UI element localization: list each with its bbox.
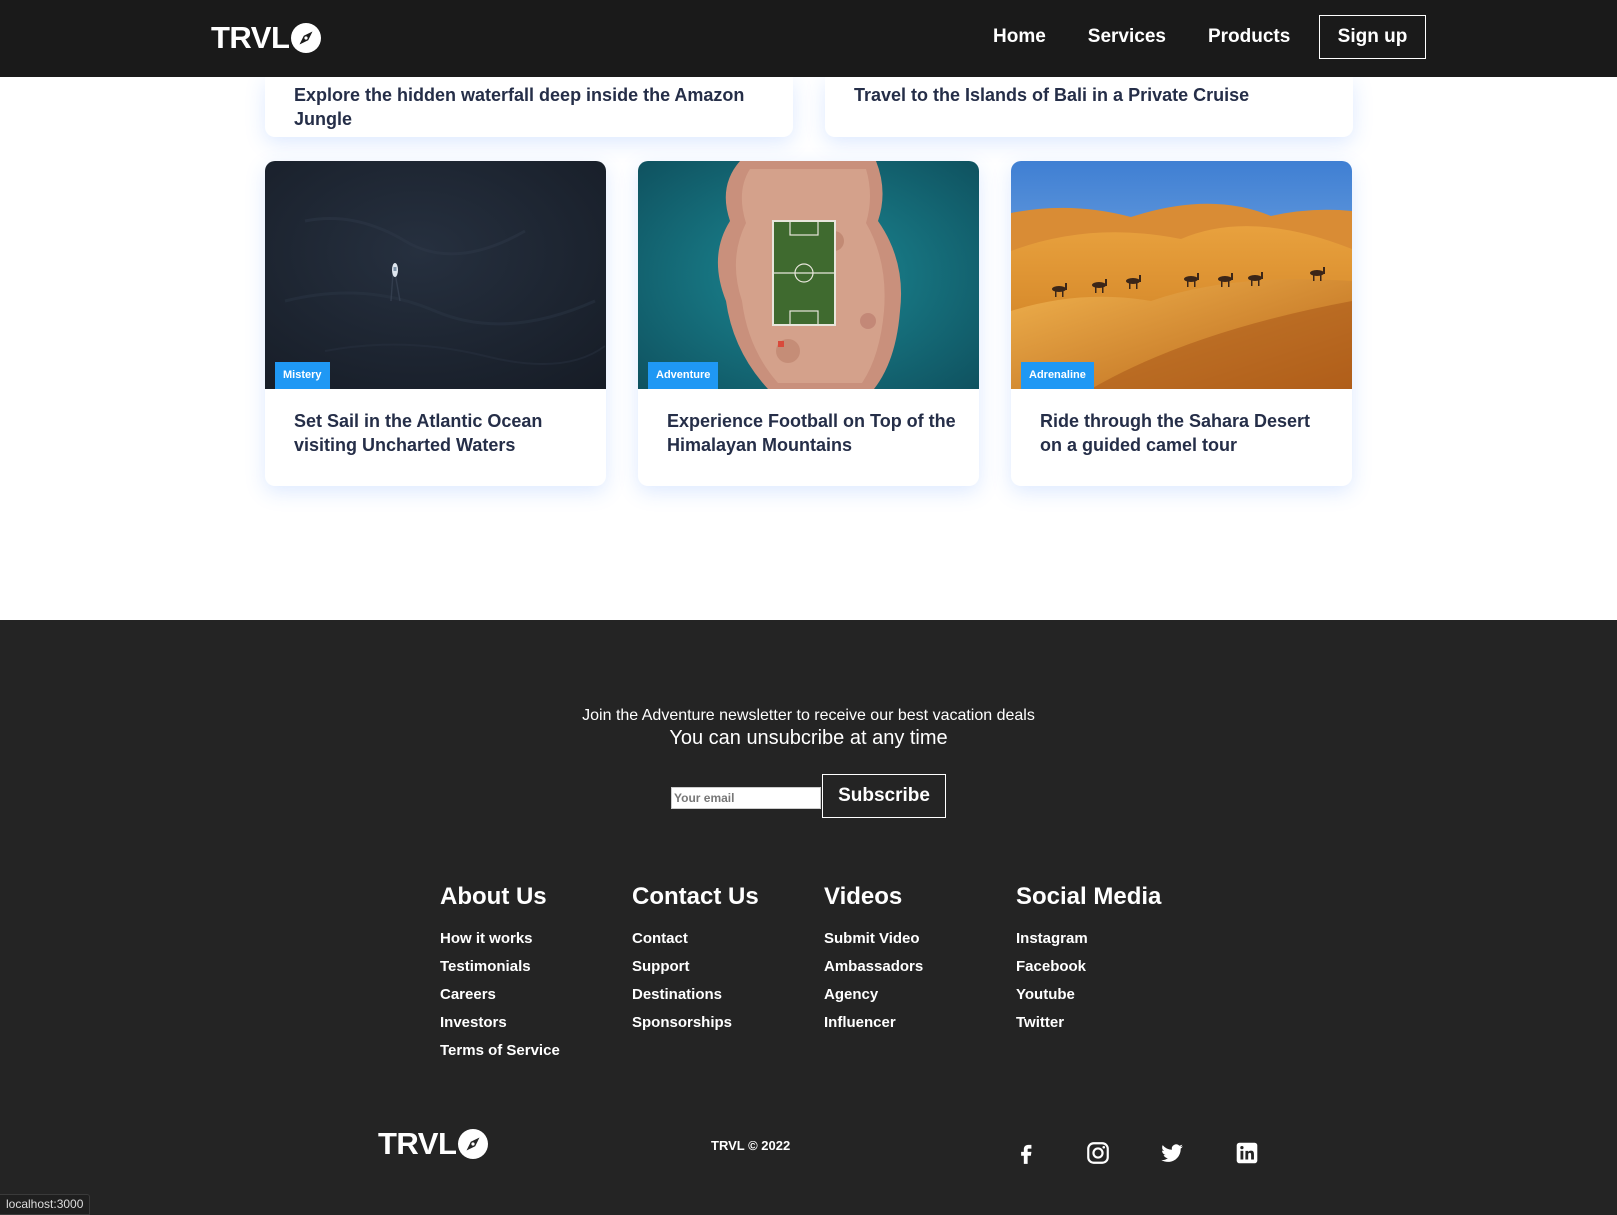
footer-link-terms[interactable]: Terms of Service [440,1041,620,1069]
footer-link-support[interactable]: Support [632,957,812,985]
footer-link-submit-video[interactable]: Submit Video [824,929,1004,957]
card-title: Travel to the Islands of Bali in a Priva… [854,85,1250,105]
footer-column-social: Social Media Instagram Facebook Youtube … [1016,883,1196,1041]
linkedin-icon[interactable] [1234,1140,1260,1166]
footer-link-how-it-works[interactable]: How it works [440,929,620,957]
footer-link-careers[interactable]: Careers [440,985,620,1013]
email-input[interactable] [671,787,821,809]
ocean-boat-image: Mistery [265,161,606,389]
column-title: Social Media [1016,883,1162,910]
footer-link-destinations[interactable]: Destinations [632,985,812,1013]
footer: Join the Adventure newsletter to receive… [0,620,1617,1215]
column-title: About Us [440,883,547,910]
status-url-tooltip: localhost:3000 [0,1194,91,1215]
nav-link-home[interactable]: Home [972,22,1067,52]
signup-button[interactable]: Sign up [1319,15,1426,59]
footer-column-contact: Contact Us Contact Support Destinations … [632,883,812,1041]
card-himalaya-football[interactable]: Adventure Experience Football on Top of … [638,161,979,486]
card-amazon-waterfall[interactable]: Explore the hidden waterfall deep inside… [265,77,793,137]
desert-camels-image: Adrenaline [1011,161,1352,389]
twitter-icon[interactable] [1159,1140,1185,1166]
nav-link-products[interactable]: Products [1187,22,1311,52]
footer-link-instagram[interactable]: Instagram [1016,929,1196,957]
footer-link-influencer[interactable]: Influencer [824,1013,1004,1041]
compass-icon [458,1129,489,1159]
brand-name: TRVL [378,1126,457,1161]
newsletter-heading: Join the Adventure newsletter to receive… [582,707,1035,724]
footer-brand-logo[interactable]: TRVL [378,1124,489,1164]
footer-link-contact[interactable]: Contact [632,929,812,957]
island-football-field-image: Adventure [638,161,979,389]
navbar: TRVL Home Services Products Sign up [0,0,1617,77]
category-badge: Adventure [648,362,719,389]
nav-links: Home Services Products [972,22,1311,52]
footer-link-youtube[interactable]: Youtube [1016,985,1196,1013]
footer-link-facebook[interactable]: Facebook [1016,957,1196,985]
card-sahara-camel[interactable]: Adrenaline Ride through the Sahara Deser… [1011,161,1352,486]
instagram-icon[interactable] [1085,1140,1111,1166]
category-badge: Mistery [275,362,330,389]
nav-link-services[interactable]: Services [1067,22,1187,52]
column-title: Contact Us [632,883,759,910]
footer-link-investors[interactable]: Investors [440,1013,620,1041]
card-title: Explore the hidden waterfall deep inside… [294,85,745,129]
footer-link-agency[interactable]: Agency [824,985,1004,1013]
category-badge: Adrenaline [1021,362,1094,389]
copyright-text: TRVL © 2022 [711,1138,791,1153]
card-title: Ride through the Sahara Desert on a guid… [1040,411,1311,455]
footer-column-videos: Videos Submit Video Ambassadors Agency I… [824,883,1004,1041]
brand-name: TRVL [211,20,290,55]
footer-link-sponsorships[interactable]: Sponsorships [632,1013,812,1041]
brand-logo[interactable]: TRVL [211,18,322,58]
newsletter-subheading: You can unsubcribe at any time [669,727,948,749]
footer-link-twitter[interactable]: Twitter [1016,1013,1196,1041]
footer-link-testimonials[interactable]: Testimonials [440,957,620,985]
compass-icon [291,23,322,53]
footer-link-ambassadors[interactable]: Ambassadors [824,957,1004,985]
column-title: Videos [824,883,903,910]
facebook-icon[interactable] [1013,1140,1039,1166]
card-bali-cruise[interactable]: Travel to the Islands of Bali in a Priva… [825,77,1353,137]
footer-column-about: About Us How it works Testimonials Caree… [440,883,620,1069]
card-atlantic-sail[interactable]: Mistery Set Sail in the Atlantic Ocean v… [265,161,606,486]
card-title: Experience Football on Top of the Himala… [667,411,956,455]
card-title: Set Sail in the Atlantic Ocean visiting … [294,411,543,455]
subscribe-button[interactable]: Subscribe [822,774,946,818]
